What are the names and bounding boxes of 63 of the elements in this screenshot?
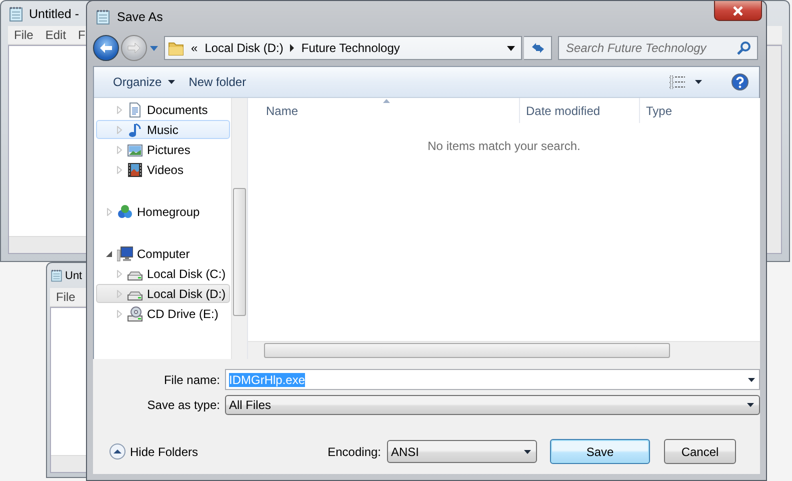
field-label: Encoding: [328,444,381,458]
film-icon [127,162,143,178]
picture-icon [127,142,143,158]
help-icon [731,73,749,91]
right-arrow-icon [127,42,141,54]
breadcrumb[interactable]: Future Technology [301,41,400,55]
menu-item[interactable]: Edit [39,28,72,42]
dialog-title: Save As [117,10,163,24]
toolbar-button[interactable]: Organize [106,70,182,94]
caret-icon [168,80,175,84]
cd-drive-icon [127,306,143,322]
window-title: Unt [65,270,82,282]
file-type-dropdown[interactable]: All Files [225,395,760,415]
nav-item[interactable]: Local Disk (D:) [96,284,230,303]
nav-item[interactable]: Local Disk (C:) [96,264,230,283]
breadcrumb[interactable]: Local Disk (D:) [204,41,284,55]
nav-item[interactable]: Computer [96,244,230,263]
back-button[interactable] [93,35,119,61]
column-header[interactable]: Type [640,98,760,123]
chevron-right-icon [290,44,294,52]
notepad-icon [50,269,63,282]
nav-item[interactable]: CD Drive (E:) [96,304,230,323]
empty-message: No items match your search. [428,139,580,153]
field-label: Save as type: [146,398,220,412]
column-header[interactable]: Date modified [520,98,640,123]
list-view-icon [669,75,686,89]
close-icon [732,6,744,16]
scrollbar[interactable] [231,98,247,359]
nav-item[interactable]: Music [96,120,230,139]
caret-icon [524,450,531,454]
nav-item[interactable]: Homegroup [96,202,230,221]
overflow-chevron[interactable]: « [191,41,198,55]
refresh-icon [530,41,546,55]
encoding-dropdown[interactable]: ANSI [387,440,537,463]
notepad-icon [8,6,24,22]
field-label: File name: [162,372,220,386]
homegroup-icon [117,204,133,220]
left-arrow-icon [99,42,113,54]
caret-icon [748,378,755,382]
close-button[interactable] [714,1,762,21]
notepad-icon [95,9,111,25]
computer-icon [117,246,133,262]
dialog-button[interactable]: Save [550,439,650,464]
search-field[interactable]: Search Future Technology [558,36,758,60]
window-title: Untitled - [29,6,80,20]
history-dropdown[interactable] [149,46,158,50]
caret-icon [695,80,702,84]
caret-icon [747,403,754,407]
dialog-button[interactable]: Cancel [664,439,736,464]
music-note-icon [127,122,143,138]
collapse-up-icon [109,443,126,460]
hide-folders-button[interactable]: Hide Folders [109,443,198,460]
nav-item[interactable]: Videos [96,160,230,179]
document-icon [127,102,143,118]
search-icon [737,41,751,55]
nav-item[interactable]: Pictures [96,140,230,159]
toolbar-button[interactable]: New folder [182,70,254,94]
nav-item[interactable]: Documents [96,100,230,119]
menu-item[interactable]: File [8,28,40,42]
address-bar[interactable]: « Local Disk (D:) Future Technology [164,36,522,60]
refresh-button[interactable] [524,36,552,60]
folder-icon [168,40,184,56]
scrollbar[interactable] [248,341,760,359]
